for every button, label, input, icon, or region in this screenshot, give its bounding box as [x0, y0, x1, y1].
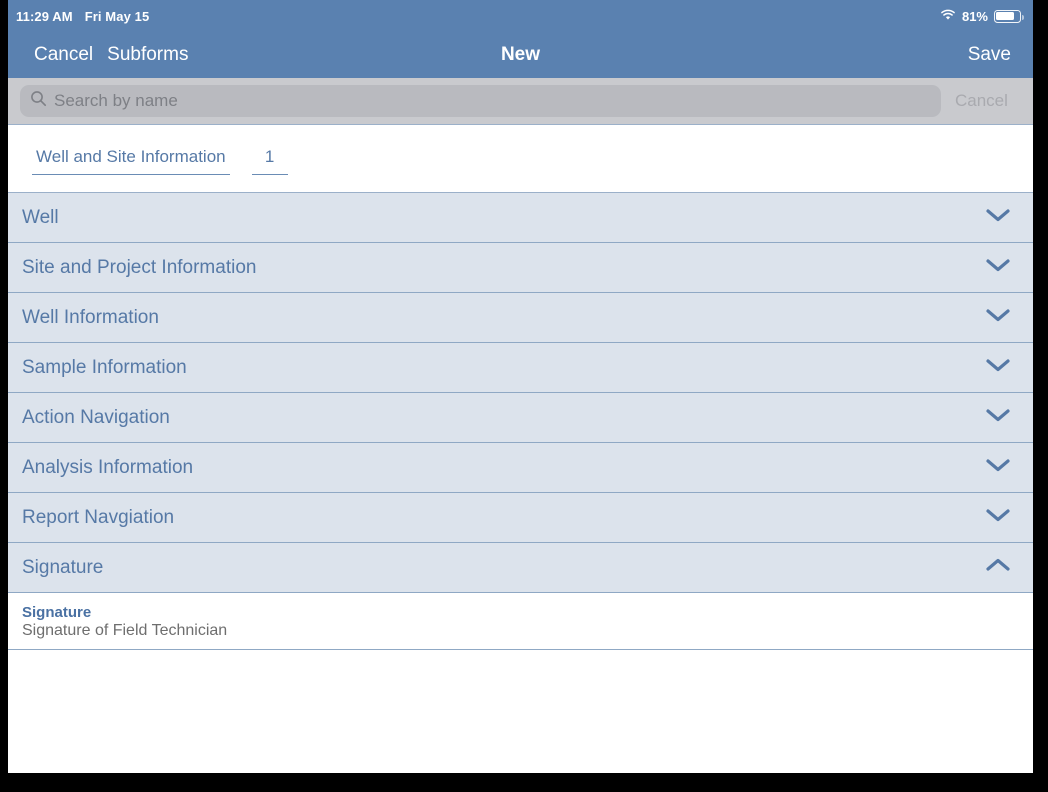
status-time: 11:29 AM [16, 9, 73, 24]
status-date: Fri May 15 [85, 9, 150, 24]
section-row-report-navgiation[interactable]: Report Navgiation [8, 493, 1033, 543]
nav-left-group: Cancel Subforms [8, 44, 188, 66]
tab-subform-count[interactable]: 1 [252, 147, 288, 175]
chevron-down-icon[interactable] [985, 457, 1011, 478]
chevron-down-icon[interactable] [985, 407, 1011, 428]
subforms-button[interactable]: Subforms [107, 44, 188, 66]
battery-percent-label: 81% [962, 9, 988, 24]
search-placeholder: Search by name [54, 91, 178, 111]
search-cancel-button[interactable]: Cancel [941, 91, 1033, 111]
section-row-site-and-project-information[interactable]: Site and Project Information [8, 243, 1033, 293]
field-title: Signature [22, 604, 1019, 621]
chevron-down-icon[interactable] [985, 207, 1011, 228]
save-button[interactable]: Save [968, 44, 1033, 66]
section-label: Signature [22, 557, 103, 579]
status-bar-left: 11:29 AM Fri May 15 [16, 9, 149, 24]
chevron-up-icon[interactable] [985, 557, 1011, 578]
tab-bar: Well and Site Information 1 [8, 124, 1033, 192]
section-row-well-information[interactable]: Well Information [8, 293, 1033, 343]
section-label: Sample Information [22, 357, 187, 379]
section-row-signature[interactable]: Signature [8, 543, 1033, 593]
field-row-signature[interactable]: Signature Signature of Field Technician [8, 593, 1033, 650]
chevron-down-icon[interactable] [985, 507, 1011, 528]
chevron-down-icon[interactable] [985, 307, 1011, 328]
search-bar: Search by name Cancel [8, 78, 1033, 124]
section-row-well[interactable]: Well [8, 193, 1033, 243]
wifi-icon [940, 9, 956, 24]
section-list: Well Site and Project Information Well I… [8, 192, 1033, 650]
navigation-bar: Cancel Subforms New Save [8, 32, 1033, 78]
section-label: Well Information [22, 307, 159, 329]
chevron-down-icon[interactable] [985, 357, 1011, 378]
section-label: Report Navgiation [22, 507, 174, 529]
status-bar-right: 81% [940, 9, 1021, 24]
section-label: Site and Project Information [22, 257, 256, 279]
search-icon [30, 90, 47, 112]
field-subtitle: Signature of Field Technician [22, 622, 1019, 640]
tab-well-and-site-information[interactable]: Well and Site Information [32, 147, 230, 175]
section-label: Analysis Information [22, 457, 193, 479]
battery-icon [994, 10, 1021, 23]
section-label: Action Navigation [22, 407, 170, 429]
section-row-analysis-information[interactable]: Analysis Information [8, 443, 1033, 493]
status-bar: 11:29 AM Fri May 15 81% [8, 0, 1033, 32]
cancel-button[interactable]: Cancel [34, 44, 93, 66]
chevron-down-icon[interactable] [985, 257, 1011, 278]
section-row-action-navigation[interactable]: Action Navigation [8, 393, 1033, 443]
section-label: Well [22, 207, 59, 229]
device-screen: 11:29 AM Fri May 15 81% Cancel Subforms … [8, 0, 1033, 773]
section-row-sample-information[interactable]: Sample Information [8, 343, 1033, 393]
search-input[interactable]: Search by name [20, 85, 941, 117]
